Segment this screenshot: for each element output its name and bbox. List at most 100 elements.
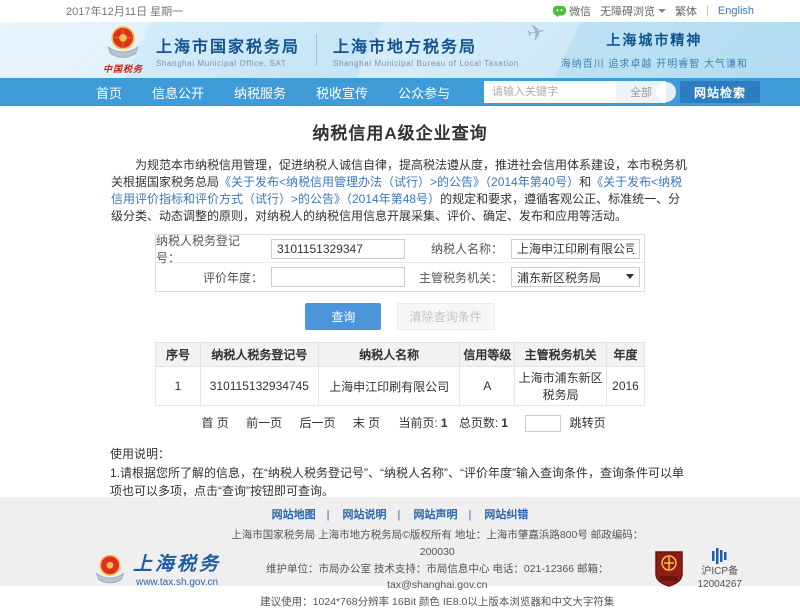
cell-index: 1 (156, 367, 201, 406)
total-pages-label: 总页数: (459, 416, 498, 430)
clear-conditions-button[interactable]: 清除查询条件 (397, 303, 495, 330)
footer-info: 上海市国家税务局 上海市地方税务局©版权所有 地址：上海市肇嘉浜路800号 邮政… (221, 527, 653, 611)
cell-credit-rating: A (460, 367, 515, 406)
reg-number-input[interactable] (271, 239, 405, 259)
table-header-row: 序号 纳税人税务登记号 纳税人名称 信用等级 主管税务机关 年度 (156, 343, 645, 367)
results-table: 序号 纳税人税务登记号 纳税人名称 信用等级 主管税务机关 年度 1 31011… (155, 342, 645, 406)
tax-emblem-icon (92, 553, 128, 585)
english-link[interactable]: English (718, 5, 754, 17)
page-title: 纳税信用A级企业查询 (0, 119, 800, 144)
footer-link-site-guide[interactable]: 网站说明 (343, 509, 401, 521)
reg-number-label: 纳税人税务登记号： (156, 235, 271, 263)
pagination-prev[interactable]: 前一页 (246, 416, 282, 430)
col-header-year: 年度 (606, 343, 644, 367)
wechat-icon (553, 5, 566, 18)
site-search: 全部 网站检索 (484, 81, 760, 103)
nav-item-info-disclosure[interactable]: 信息公开 (152, 83, 204, 102)
nav-item-tax-publicity[interactable]: 税收宣传 (316, 83, 368, 102)
emblem-caption: 中国税务 (100, 62, 146, 75)
col-header-index: 序号 (156, 343, 201, 367)
evaluation-year-input[interactable] (271, 267, 405, 287)
col-header-credit-rating: 信用等级 (460, 343, 515, 367)
city-spirit-slogan: 海纳百川 追求卓越 开明睿智 大气谦和 (561, 55, 748, 70)
traditional-label: 繁体 (675, 3, 697, 19)
nav-item-tax-services[interactable]: 纳税服务 (234, 83, 286, 102)
icp-record[interactable]: 沪ICP备 12004267 (698, 546, 743, 591)
scope-toggle-knob (656, 82, 676, 102)
city-spirit-block: ✈ 上海城市精神 海纳百川 追求卓越 开明睿智 大气谦和 (561, 30, 748, 70)
main-nav: 首页 信息公开 纳税服务 税收宣传 公众参与 全部 网站检索 (0, 78, 800, 106)
footer-link-disclaimer[interactable]: 网站声明 (413, 509, 471, 521)
traditional-chinese-link[interactable]: 繁体 (675, 3, 697, 19)
accessibility-menu[interactable]: 无障碍浏览 (600, 3, 666, 19)
local-bureau-title: 上海市地方税务局 (333, 33, 519, 57)
usage-instructions: 使用说明： 1.请根据您所了解的信息，在“纳税人税务登记号”、“纳税人名称”、“… (110, 445, 690, 497)
local-bureau-block: 上海市地方税务局 Shanghai Municipal Bureau of Lo… (333, 33, 519, 68)
tax-emblem-logo: 中国税务 (100, 25, 146, 75)
cell-reg-number: 310115132934745 (200, 367, 318, 406)
form-actions: 查询 清除查询条件 (0, 303, 800, 330)
intro-paragraph: 为规范本市纳税信用管理，促进纳税人诚信自律，提高税法遵从度，推进社会信用体系建设… (111, 157, 689, 225)
taxpayer-name-input[interactable] (511, 239, 640, 259)
footer-link-sitemap[interactable]: 网站地图 (272, 509, 330, 521)
nav-item-public-participation[interactable]: 公众参与 (398, 83, 450, 102)
cell-year: 2016 (606, 367, 644, 406)
cell-taxpayer-name: 上海申江印刷有限公司 (318, 367, 460, 406)
national-emblem-icon (103, 25, 143, 59)
pagination-next[interactable]: 后一页 (299, 416, 335, 430)
site-search-button[interactable]: 网站检索 (680, 81, 760, 103)
footer-logo-name: 上海税务 (133, 549, 221, 576)
col-header-taxpayer-name: 纳税人名称 (318, 343, 460, 367)
jump-page-input[interactable] (525, 415, 561, 432)
tax-authority-label: 主管税务机关： (411, 263, 511, 291)
current-date: 2017年12月11日 星期一 (66, 3, 183, 19)
site-footer: 网站地图 网站说明 网站声明 网站纠错 上海税务 www.tax.sh.gov.… (0, 497, 800, 586)
wechat-link[interactable]: 微信 (553, 3, 591, 19)
search-scope-label: 全部 (630, 84, 652, 100)
icp-number-line2: 12004267 (698, 579, 743, 592)
national-bureau-block: 上海市国家税务局 Shanghai Municipal Office, SAT (156, 33, 300, 68)
pagination-first[interactable]: 首 页 (201, 416, 228, 430)
national-bureau-subtitle: Shanghai Municipal Office, SAT (156, 59, 300, 68)
divider: | (706, 5, 709, 17)
cell-tax-authority: 上海市浦东新区税务局 (515, 367, 607, 406)
accessibility-label: 无障碍浏览 (600, 3, 655, 19)
footer-badges: 沪ICP备 12004267 (654, 546, 743, 591)
intro-text-2: 和 (579, 175, 591, 189)
national-bureau-title: 上海市国家税务局 (156, 33, 300, 57)
col-header-tax-authority: 主管税务机关 (515, 343, 607, 367)
top-utility-bar: 2017年12月11日 星期一 微信 无障碍浏览 繁体 | English (0, 0, 800, 22)
evaluation-year-label: 评价年度： (156, 263, 271, 291)
footer-link-error-report[interactable]: 网站纠错 (484, 509, 528, 521)
city-spirit-title: 上海城市精神 (561, 30, 748, 50)
footer-copyright-line: 上海市国家税务局 上海市地方税务局©版权所有 地址：上海市肇嘉浜路800号 邮政… (221, 527, 653, 561)
col-header-reg-number: 纳税人税务登记号 (200, 343, 318, 367)
footer-logo-url[interactable]: www.tax.sh.gov.cn (133, 577, 221, 588)
main-content: 纳税信用A级企业查询 为规范本市纳税信用管理，促进纳税人诚信自律，提高税法遵从度… (0, 106, 800, 497)
query-button[interactable]: 查询 (305, 303, 381, 330)
query-form: 纳税人税务登记号： 纳税人名称： 评价年度： 主管税务机关： (155, 234, 645, 292)
search-scope-select[interactable]: 全部 (616, 81, 666, 103)
total-pages-value: 1 (501, 416, 508, 430)
instructions-title: 使用说明： (110, 445, 690, 463)
current-page-label: 当前页: (398, 416, 437, 430)
site-header: 中国税务 上海市国家税务局 Shanghai Municipal Office,… (0, 22, 800, 78)
table-row: 1 310115132934745 上海申江印刷有限公司 A 上海市浦东新区税务… (156, 367, 645, 406)
footer-logo: 上海税务 www.tax.sh.gov.cn (92, 549, 221, 588)
nav-item-home[interactable]: 首页 (96, 83, 122, 102)
taxpayer-name-label: 纳税人名称： (411, 235, 511, 263)
pagination-last[interactable]: 末 页 (353, 416, 380, 430)
chevron-down-icon (658, 9, 666, 13)
government-badge-icon (654, 550, 684, 588)
icp-icon (710, 546, 730, 566)
tax-authority-select[interactable] (511, 267, 640, 287)
local-bureau-subtitle: Shanghai Municipal Bureau of Local Taxat… (333, 59, 519, 68)
footer-links: 网站地图 网站说明 网站声明 网站纠错 (0, 506, 800, 522)
wechat-label: 微信 (569, 3, 591, 19)
footer-maintenance-line: 维护单位：市局办公室 技术支持：市局信息中心 电话：021-12366 邮箱：t… (221, 561, 653, 595)
icp-number-line1: 沪ICP备 (701, 566, 738, 579)
jump-page-label[interactable]: 跳转页 (570, 416, 606, 430)
search-input[interactable] (484, 81, 616, 103)
announcement-link-40[interactable]: 《关于发布<纳税信用管理办法（试行）>的公告》（2014年第40号） (219, 175, 579, 189)
instruction-item-1: 1.请根据您所了解的信息，在“纳税人税务登记号”、“纳税人名称”、“评价年度”输… (110, 464, 690, 497)
